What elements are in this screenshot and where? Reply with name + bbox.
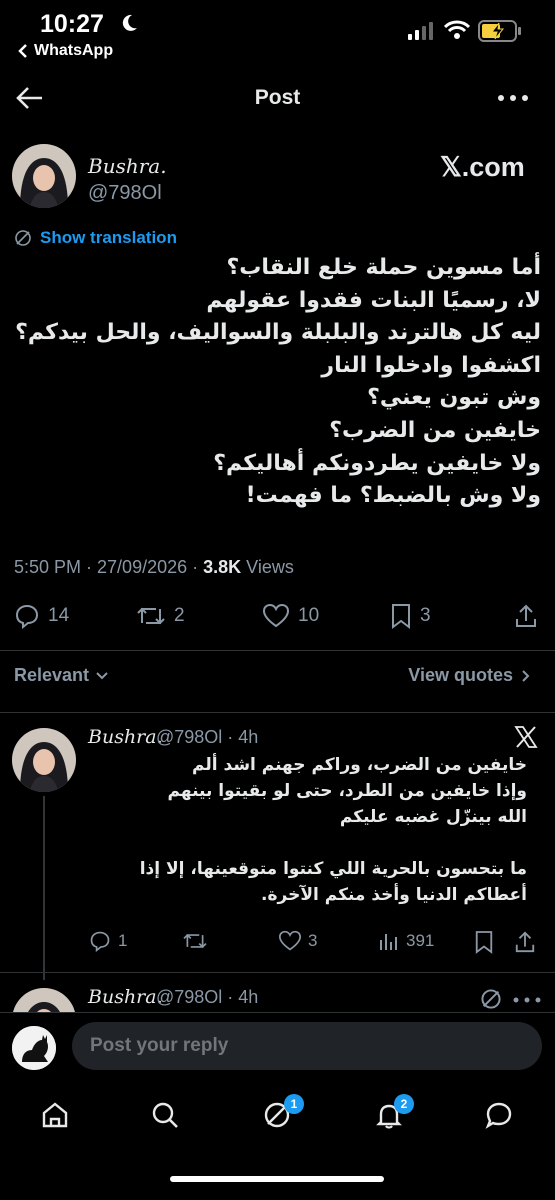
- post-line: أما مسوين حملة خلع النقاب؟: [226, 255, 541, 280]
- reply-body: خايفين من الضرب، وراكم جهنم اشد ألم وإذا…: [87, 752, 527, 908]
- post-line: ليه كل هالترند والبلبلة والسواليف، والحل…: [15, 320, 541, 346]
- repost-icon: [183, 933, 207, 949]
- post-timestamp: 5:50 PM · 27/09/2026 ·: [14, 557, 204, 577]
- repost-icon: [137, 607, 165, 625]
- moon-icon: [122, 14, 137, 31]
- reply-icon: [15, 604, 39, 629]
- reply-like-count: 3: [308, 931, 318, 950]
- post-line: وش تبون يعني؟: [367, 385, 541, 411]
- views-count: 3.8K: [203, 557, 242, 577]
- divider: [0, 650, 555, 651]
- battery-charging-icon: [478, 20, 521, 42]
- reply-line: ما بتحسون بالحرية اللي كنتوا متوقعينها، …: [139, 859, 527, 879]
- reply2-meta: @798Ol · 4h: [156, 987, 259, 1007]
- wifi-icon: [444, 20, 470, 39]
- messages-icon[interactable]: [484, 1100, 514, 1130]
- x-logo-icon: [514, 726, 538, 748]
- view-quotes-link[interactable]: View quotes: [408, 665, 531, 686]
- sort-label: Relevant: [14, 665, 90, 685]
- cellular-signal-icon: [408, 22, 433, 40]
- grok-badge: 1: [284, 1094, 304, 1114]
- views-chart-icon: [380, 934, 397, 950]
- back-to-app-link[interactable]: WhatsApp: [18, 42, 113, 60]
- share-button[interactable]: [514, 603, 538, 629]
- chevron-right-icon: [522, 669, 530, 682]
- source-label: 𝕏.com: [440, 152, 525, 182]
- notifications-badge: 2: [394, 1094, 414, 1114]
- reply-avatar[interactable]: [12, 728, 76, 792]
- home-icon[interactable]: [40, 1100, 70, 1130]
- reply-meta: @798Ol · 4h: [156, 727, 259, 747]
- post-body: أما مسوين حملة خلع النقاب؟ لا، رسميًا ال…: [11, 252, 541, 513]
- post-meta: 5:50 PM · 27/09/2026 · 3.8K Views: [14, 557, 294, 578]
- more-options-icon[interactable]: [496, 88, 530, 108]
- more-options-icon[interactable]: [512, 996, 542, 1004]
- translate-globe-icon: [15, 230, 31, 246]
- share-icon: [516, 604, 536, 627]
- author-name[interactable]: Bushra.: [88, 154, 167, 178]
- heart-icon: [262, 603, 290, 628]
- author-handle[interactable]: @798Ol: [88, 182, 162, 205]
- bookmark-button[interactable]: 3: [390, 603, 431, 629]
- reply-input-placeholder: Post your reply: [90, 1035, 229, 1056]
- reply-views-button[interactable]: 391: [378, 930, 434, 952]
- author-avatar[interactable]: [12, 144, 76, 208]
- reply-button[interactable]: 14: [14, 603, 69, 629]
- thread-line: [43, 796, 45, 980]
- user-avatar[interactable]: [12, 1026, 56, 1070]
- reply2-author-name[interactable]: Bushra.: [88, 986, 163, 1008]
- bookmark-count: 3: [420, 605, 431, 626]
- like-count: 10: [298, 605, 320, 626]
- reply-reply-count: 1: [118, 931, 128, 950]
- reply-input[interactable]: Post your reply: [72, 1022, 542, 1070]
- reply-count: 14: [48, 605, 70, 626]
- back-caret-icon: [18, 44, 27, 58]
- reply-line: خايفين من الضرب، وراكم جهنم اشد ألم: [192, 755, 527, 775]
- avatar-image: [12, 144, 76, 208]
- bookmark-icon: [392, 604, 410, 629]
- reply-icon: [90, 931, 110, 952]
- post-line: خايفين من الضرب؟: [329, 417, 541, 443]
- reply-like-button[interactable]: 3: [278, 930, 317, 952]
- reply-line: الله بينزّل غضبه عليكم: [339, 807, 527, 827]
- like-button[interactable]: 10: [262, 603, 319, 629]
- divider: [0, 972, 555, 973]
- reply-reply-button[interactable]: 1: [88, 930, 127, 952]
- cat-avatar-image: [12, 1026, 56, 1070]
- view-quotes-label: View quotes: [408, 665, 513, 685]
- views-label: Views: [241, 557, 294, 577]
- reply-line: أعطاكم الدنيا وأخذ منكم الآخرة.: [261, 885, 527, 905]
- post-line: ولا خايفين يطردونكم أهاليكم؟: [213, 450, 541, 476]
- post-line: لا، رسميًا البنات فقدوا عقولهم: [206, 287, 541, 313]
- home-indicator: [170, 1176, 384, 1182]
- heart-icon: [278, 930, 302, 951]
- post-line: ولا وش بالضبط؟ ما فهمت!: [245, 483, 541, 509]
- sort-dropdown[interactable]: Relevant: [14, 665, 109, 686]
- search-icon[interactable]: [150, 1100, 180, 1130]
- translate-globe-icon: [481, 989, 501, 1009]
- show-translation-label: Show translation: [40, 228, 177, 247]
- reply-views-count: 391: [406, 931, 435, 950]
- reply-line: وإذا خايفين من الطرد، حتى لو بقيتوا بينه…: [167, 781, 527, 801]
- divider: [0, 712, 555, 713]
- back-app-label: WhatsApp: [34, 42, 114, 59]
- post-actions: 14 2 10 3: [0, 603, 555, 635]
- bookmark-icon[interactable]: [474, 930, 494, 954]
- reply-repost-button[interactable]: [182, 930, 214, 952]
- post-line: اكشفوا وادخلوا النار: [321, 352, 541, 378]
- page-title: Post: [254, 86, 301, 109]
- repost-button[interactable]: 2: [136, 603, 185, 629]
- show-translation-button[interactable]: Show translation: [14, 228, 177, 248]
- share-icon[interactable]: [514, 930, 536, 954]
- reply-author-name[interactable]: Bushra.: [88, 726, 163, 748]
- avatar-image: [12, 728, 76, 792]
- chevron-down-icon: [96, 671, 108, 679]
- reply-line: [87, 830, 527, 856]
- status-time: 10:27: [40, 10, 104, 38]
- repost-count: 2: [174, 605, 185, 626]
